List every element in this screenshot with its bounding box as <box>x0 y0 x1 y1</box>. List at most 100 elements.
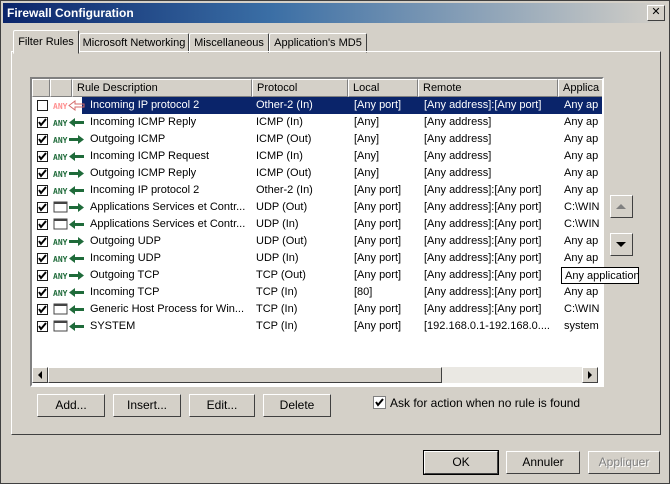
tab-filter-rules[interactable]: Filter Rules <box>13 30 79 54</box>
scroll-left-button[interactable] <box>32 367 48 383</box>
table-row[interactable]: Applications Services et Contr... UDP (In… <box>32 216 602 233</box>
horizontal-scrollbar[interactable] <box>32 367 598 383</box>
cell-description: Incoming IP protocol 2 <box>90 99 200 111</box>
rule-enabled-checkbox[interactable] <box>37 202 48 213</box>
cell-local: [80] <box>354 286 373 298</box>
triangle-up-icon <box>616 204 626 209</box>
table-row[interactable]: Generic Host Process for Win... TCP (In) [… <box>32 301 602 318</box>
title-bar[interactable]: Firewall Configuration ✕ <box>3 3 667 23</box>
header-protocol[interactable]: Protocol <box>252 79 348 97</box>
cell-application: C:\WIN <box>564 218 600 230</box>
cell-local: [Any] <box>354 133 380 145</box>
move-down-button[interactable] <box>610 233 633 256</box>
delete-button[interactable]: Delete <box>263 394 331 417</box>
table-row[interactable]: ANY Outgoing TCP TCP (Out) [Any port] [Any a… <box>32 267 602 284</box>
table-row[interactable]: ANY Outgoing UDP UDP (Out) [Any port] [Any a… <box>32 233 602 250</box>
rules-list[interactable]: Rule Description Protocol Local Remote A… <box>30 77 604 387</box>
table-row[interactable]: ANY Incoming IP protocol 2 Other-2 (In) [An… <box>32 182 602 199</box>
rule-enabled-checkbox[interactable] <box>37 185 48 196</box>
table-row[interactable]: ANY Incoming IP protocol 2 Other-2 (In) [An… <box>32 97 602 114</box>
header-application[interactable]: Applica <box>558 79 602 97</box>
cell-protocol: TCP (Out) <box>256 269 306 281</box>
cell-local: [Any port] <box>354 320 402 332</box>
checkmark-icon <box>375 398 384 407</box>
cell-protocol: UDP (In) <box>256 218 299 230</box>
cell-protocol: UDP (Out) <box>256 201 308 213</box>
rule-enabled-checkbox[interactable] <box>37 270 48 281</box>
tab-miscellaneous[interactable]: Miscellaneous <box>189 33 269 53</box>
rule-enabled-checkbox[interactable] <box>37 168 48 179</box>
table-row[interactable]: ANY Incoming TCP TCP (In) [80] [Any address]… <box>32 284 602 301</box>
scroll-right-button[interactable] <box>582 367 598 383</box>
cell-remote: [Any address]:[Any port] <box>424 269 542 281</box>
table-row[interactable]: SYSTEM TCP (In) [Any port] [192.168.0.1-192… <box>32 318 602 335</box>
table-row[interactable]: ANY Incoming ICMP Reply ICMP (In) [Any] [Any… <box>32 114 602 131</box>
rule-enabled-checkbox[interactable] <box>37 253 48 264</box>
header-remote[interactable]: Remote <box>418 79 558 97</box>
rule-enabled-checkbox[interactable] <box>37 321 48 332</box>
move-up-button[interactable] <box>610 195 633 218</box>
header-check-column[interactable] <box>32 79 50 97</box>
rule-enabled-checkbox[interactable] <box>37 117 48 128</box>
incoming-arrow-icon: ANY <box>53 286 85 299</box>
cell-application: Any ap <box>564 116 599 128</box>
cell-application: C:\WIN <box>564 303 600 315</box>
rule-enabled-checkbox[interactable] <box>37 100 48 111</box>
cell-local: [Any] <box>354 167 380 179</box>
cell-protocol: TCP (In) <box>256 320 298 332</box>
edit-button[interactable]: Edit... <box>189 394 255 417</box>
outgoing-arrow-icon: ANY <box>53 167 85 180</box>
cell-application: Any ap <box>564 286 599 298</box>
header-local[interactable]: Local <box>348 79 418 97</box>
cell-remote: [Any address]:[Any port] <box>424 286 542 298</box>
incoming-arrow-icon <box>53 218 85 231</box>
ask-for-action-checkbox[interactable] <box>373 396 386 409</box>
checkmark-icon <box>38 254 47 263</box>
rule-enabled-checkbox[interactable] <box>37 287 48 298</box>
cell-remote: [Any address] <box>424 167 492 179</box>
checkmark-icon <box>38 322 47 331</box>
rule-enabled-checkbox[interactable] <box>37 236 48 247</box>
cell-application: Any ap <box>564 99 599 111</box>
tab-microsoft-networking[interactable]: Microsoft Networking <box>79 33 189 53</box>
application-tooltip: Any application <box>561 267 640 284</box>
cell-application: Any ap <box>564 167 599 179</box>
apply-button[interactable]: Appliquer <box>588 451 660 474</box>
insert-button[interactable]: Insert... <box>113 394 181 417</box>
close-button[interactable]: ✕ <box>647 5 665 21</box>
svg-text:ANY: ANY <box>53 289 68 298</box>
svg-text:ANY: ANY <box>53 153 68 162</box>
cell-remote: [Any address]:[Any port] <box>424 252 542 264</box>
ask-for-action-label[interactable]: Ask for action when no rule is found <box>390 396 580 410</box>
svg-text:ANY: ANY <box>53 255 68 264</box>
rule-enabled-checkbox[interactable] <box>37 151 48 162</box>
cell-remote: [192.168.0.1-192.168.0.... <box>424 320 550 332</box>
tab-applications-md5[interactable]: Application's MD5 <box>269 33 367 53</box>
rule-enabled-checkbox[interactable] <box>37 304 48 315</box>
ok-button[interactable]: OK <box>423 450 499 475</box>
table-row[interactable]: ANY Outgoing ICMP ICMP (Out) [Any] [Any addr… <box>32 131 602 148</box>
header-icon-column[interactable] <box>50 79 72 97</box>
rule-enabled-checkbox[interactable] <box>37 219 48 230</box>
table-row[interactable]: ANY Outgoing ICMP Reply ICMP (Out) [Any] [An… <box>32 165 602 182</box>
cell-local: [Any port] <box>354 269 402 281</box>
checkmark-icon <box>38 118 47 127</box>
cell-protocol: UDP (Out) <box>256 235 308 247</box>
table-row[interactable]: ANY Incoming ICMP Request ICMP (In) [Any] [A… <box>32 148 602 165</box>
checkmark-icon <box>38 271 47 280</box>
header-rule-description[interactable]: Rule Description <box>72 79 252 97</box>
cell-description: Incoming IP protocol 2 <box>90 184 200 196</box>
cell-protocol: Other-2 (In) <box>256 99 313 111</box>
scroll-thumb[interactable] <box>48 367 442 383</box>
cell-remote: [Any address]:[Any port] <box>424 218 542 230</box>
table-row[interactable]: Applications Services et Contr... UDP (Ou… <box>32 199 602 216</box>
cell-local: [Any port] <box>354 218 402 230</box>
table-row[interactable]: ANY Incoming UDP UDP (In) [Any port] [Any ad… <box>32 250 602 267</box>
cell-remote: [Any address]:[Any port] <box>424 99 542 111</box>
cell-description: Outgoing ICMP <box>90 133 166 145</box>
add-button[interactable]: Add... <box>37 394 105 417</box>
cancel-button[interactable]: Annuler <box>506 451 580 474</box>
incoming-arrow-icon: ANY <box>53 116 85 129</box>
cell-local: [Any] <box>354 150 380 162</box>
rule-enabled-checkbox[interactable] <box>37 134 48 145</box>
